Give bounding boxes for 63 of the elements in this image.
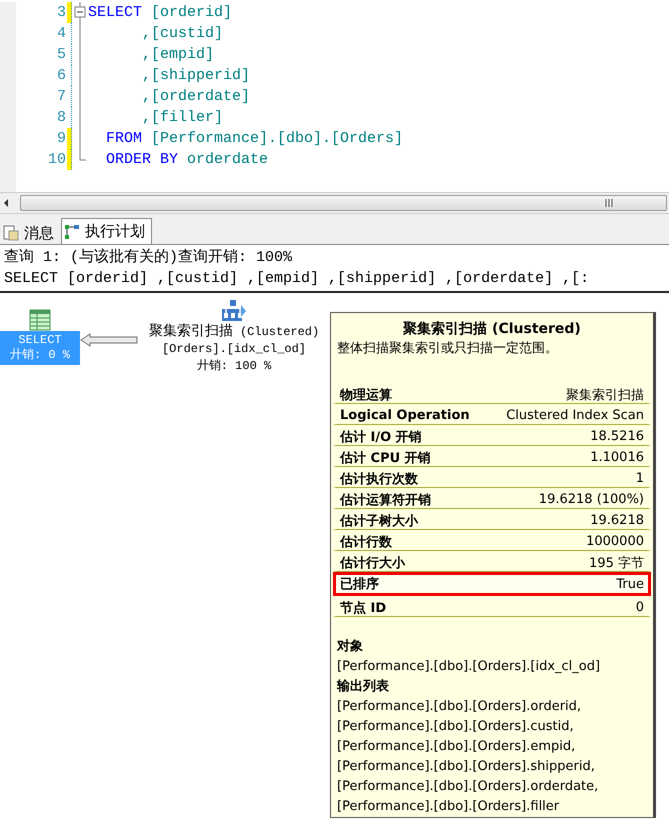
property-label: 已排序 xyxy=(340,576,379,593)
property-value: 0 xyxy=(636,600,644,615)
property-value: 19.6218 xyxy=(590,513,644,528)
collapse-icon[interactable] xyxy=(74,2,86,23)
horizontal-scrollbar[interactable] xyxy=(0,192,669,214)
property-value: 1 xyxy=(636,471,644,486)
property-value: 195 字节 xyxy=(589,554,644,572)
property-label: 物理运算 xyxy=(340,386,392,404)
property-label: 估计 CPU 开销 xyxy=(340,450,431,466)
section-heading: 输出列表 xyxy=(337,678,390,696)
code-line: ,[empid] xyxy=(141,46,214,63)
property-label: Logical Operation xyxy=(340,408,470,423)
section-text: [Performance].[dbo].[Orders].[idx_cl_od] xyxy=(337,658,602,676)
code-line: ORDER BY orderdate xyxy=(105,151,268,168)
line-number: 6 xyxy=(56,67,66,84)
line-number: 4 xyxy=(56,25,66,42)
query-statement-text: SELECT [orderid] ,[custid] ,[empid] ,[shipperid] ,[orderdate] ,[: xyxy=(4,269,590,289)
scrollbar-thumb[interactable] xyxy=(20,195,667,211)
section-text: [Performance].[dbo].[Orders].custid, xyxy=(337,718,575,736)
index-scan-icon xyxy=(221,299,247,323)
section-text: [Performance].[dbo].[Orders].filler xyxy=(337,798,560,816)
property-value: 1000000 xyxy=(586,534,644,549)
property-label: 估计行数 xyxy=(340,534,392,550)
property-value: True xyxy=(616,576,644,592)
property-label: 估计行大小 xyxy=(340,554,405,572)
section-text: [Performance].[dbo].[Orders].orderid, xyxy=(337,698,582,716)
property-label: 估计执行次数 xyxy=(340,470,418,488)
grip-icon xyxy=(605,199,614,207)
code-line: ,[filler] xyxy=(141,109,224,126)
code-line: FROM [Performance].[dbo].[Orders] xyxy=(105,130,404,147)
property-label: 估计运算符开销 xyxy=(340,492,431,508)
code-line: ,[orderdate] xyxy=(141,88,250,105)
scan-node-label[interactable]: 聚集索引扫描 (Clustered) [Orders].[idx_cl_od] 廾销: 100 % xyxy=(148,323,320,375)
scroll-left-icon[interactable] xyxy=(2,198,10,208)
table-icon xyxy=(29,309,51,331)
flow-arrow xyxy=(80,333,138,347)
line-number: 5 xyxy=(56,46,66,63)
property-label: 节点 ID xyxy=(340,600,386,616)
property-label: 估计子树大小 xyxy=(340,512,418,530)
tooltip-title: 聚集索引扫描 (Clustered) xyxy=(402,320,582,339)
section-text: [Performance].[dbo].[Orders].empid, xyxy=(337,738,576,756)
tooltip-description: 整体扫描聚集索引或只扫描一定范围。 xyxy=(337,340,559,358)
section-text: [Performance].[dbo].[Orders].orderdate, xyxy=(337,778,600,796)
line-number: 10 xyxy=(46,151,66,168)
line-number: 9 xyxy=(56,130,66,147)
document-icon xyxy=(3,225,19,241)
property-value: 19.6218 (100%) xyxy=(538,492,644,507)
code-line: ,[shipperid] xyxy=(141,67,250,84)
section-text: [Performance].[dbo].[Orders].shipperid, xyxy=(337,758,596,776)
code-line: SELECT [orderid] xyxy=(88,4,232,21)
query-cost-text: 查询 1: (与该批有关的)查询开销: 100% xyxy=(4,248,294,268)
property-value: Clustered Index Scan xyxy=(506,408,644,423)
tab[interactable]: 执行计划 xyxy=(61,218,152,244)
line-number: 3 xyxy=(56,4,66,21)
property-label: 估计 I/O 开销 xyxy=(340,428,422,446)
property-value: 18.5216 xyxy=(590,429,644,444)
property-value: 1.10016 xyxy=(590,450,644,465)
code-line: ,[custid] xyxy=(141,25,224,42)
plan-icon xyxy=(64,224,80,240)
section-heading: 对象 xyxy=(337,638,364,656)
line-number: 8 xyxy=(56,109,66,126)
property-value: 聚集索引扫描 xyxy=(566,386,644,404)
line-number: 7 xyxy=(56,88,66,105)
